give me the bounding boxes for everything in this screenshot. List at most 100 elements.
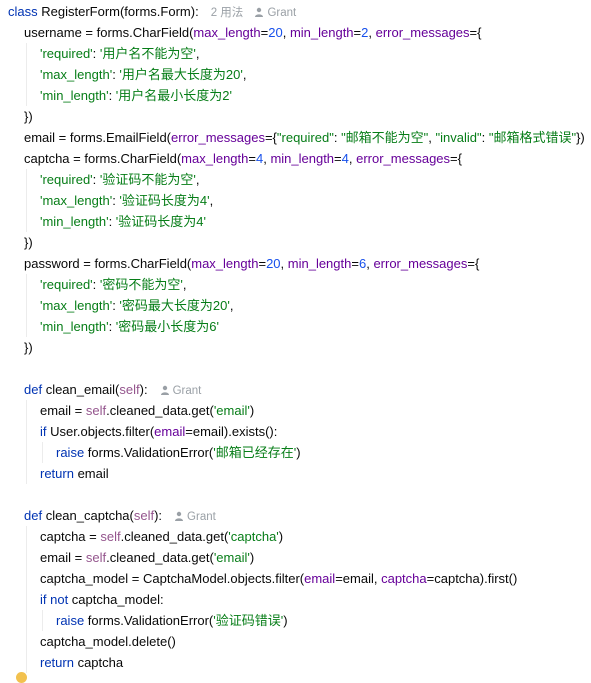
code-text: }): [24, 106, 33, 127]
code-token: 4: [341, 151, 349, 166]
code-token: ): [283, 613, 288, 628]
code-text: captcha_model = CaptchaModel.objects.fil…: [40, 568, 517, 589]
code-token: self: [119, 382, 140, 397]
code-token: forms.ValidationError(: [87, 445, 214, 460]
author-hint[interactable]: Grant: [173, 385, 202, 397]
code-line[interactable]: raise forms.ValidationError('邮箱已经存在'): [0, 442, 591, 463]
person-icon: [255, 7, 264, 17]
code-text: password = forms.CharField(max_length=20…: [24, 253, 479, 274]
code-text: if not captcha_model:: [40, 589, 164, 610]
code-text: username = forms.CharField(max_length = 20…: [24, 22, 481, 43]
code-text: 'max_length': '验证码长度为4',: [40, 190, 213, 211]
code-token: if not: [40, 592, 72, 607]
author-hint[interactable]: Grant: [267, 7, 296, 19]
code-token: 'min_length': [40, 88, 109, 103]
code-token: 'email': [213, 403, 250, 418]
code-token: return: [40, 466, 78, 481]
code-line[interactable]: captcha = forms.CharField(max_length=4, …: [0, 148, 591, 169]
author-hint[interactable]: Grant: [187, 511, 216, 523]
code-line[interactable]: 'min_length': '用户名最小长度为2': [0, 85, 591, 106]
code-token: :: [108, 319, 116, 334]
inlay-hint[interactable]: Grant: [160, 385, 202, 397]
code-token: ):: [139, 382, 148, 397]
code-line[interactable]: class RegisterForm(forms.Form): 2 用法 Gran…: [0, 1, 591, 22]
code-text: if User.objects.filter(email=email).exis…: [40, 421, 277, 442]
indent-guide: [26, 85, 27, 106]
code-token: ={: [467, 256, 480, 271]
code-text: class RegisterForm(forms.Form): 2 用法 Gran…: [8, 1, 296, 24]
code-token: ,: [229, 298, 234, 313]
code-token: self: [100, 529, 121, 544]
code-token: 'email': [213, 550, 250, 565]
code-line[interactable]: captcha_model.delete(): [0, 631, 591, 652]
code-token: '验证码长度为4': [119, 193, 210, 208]
code-token: email: [304, 571, 336, 586]
code-token: ,: [428, 130, 436, 145]
code-token: max_length: [191, 256, 259, 271]
code-line[interactable]: return email: [0, 463, 591, 484]
code-line[interactable]: def clean_email(self): Grant: [0, 379, 591, 400]
inlay-hint[interactable]: Grant: [174, 511, 216, 523]
code-token: email =: [40, 550, 86, 565]
code-text: def clean_email(self): Grant: [24, 379, 201, 402]
code-text: captcha = self.cleaned_data.get('captcha…: [40, 526, 283, 547]
code-token: }): [24, 109, 33, 124]
code-token: ,: [195, 46, 200, 61]
code-token: '用户名最大长度为20': [119, 67, 243, 82]
code-token: .cleaned_data.get(: [106, 403, 214, 418]
code-line[interactable]: 'required': '密码不能为空',: [0, 274, 591, 295]
code-token: "required": [276, 130, 334, 145]
indent-guide: [26, 547, 27, 568]
code-text: 'required': '用户名不能为空',: [40, 43, 200, 64]
person-icon: [160, 385, 169, 395]
code-token: clean_email(: [45, 382, 120, 397]
code-line[interactable]: email = self.cleaned_data.get('email'): [0, 400, 591, 421]
code-line[interactable]: email = forms.EmailField(error_messages=…: [0, 127, 591, 148]
code-line[interactable]: if User.objects.filter(email=email).exis…: [0, 421, 591, 442]
code-token: '密码最小长度为6': [115, 319, 219, 334]
code-line[interactable]: captcha = self.cleaned_data.get('captcha…: [0, 526, 591, 547]
code-editor[interactable]: class RegisterForm(forms.Form): 2 用法 Gran…: [0, 0, 591, 677]
code-line[interactable]: 'max_length': '验证码长度为4',: [0, 190, 591, 211]
indent-guide: [26, 316, 27, 337]
usages-hint[interactable]: 2 用法: [211, 7, 244, 19]
code-line[interactable]: email = self.cleaned_data.get('email'): [0, 547, 591, 568]
code-line[interactable]: username = forms.CharField(max_length = 20…: [0, 22, 591, 43]
code-token: captcha = forms.CharField(: [24, 151, 182, 166]
code-line[interactable]: def clean_captcha(self): Grant: [0, 505, 591, 526]
code-line[interactable]: 'required': '验证码不能为空',: [0, 169, 591, 190]
code-line[interactable]: }): [0, 232, 591, 253]
code-line[interactable]: 'max_length': '密码最大长度为20',: [0, 295, 591, 316]
lightbulb-icon[interactable]: [16, 672, 27, 683]
code-token: =: [258, 256, 267, 271]
code-token: }): [24, 340, 33, 355]
code-token: email =: [40, 403, 86, 418]
code-line[interactable]: password = forms.CharField(max_length=20…: [0, 253, 591, 274]
code-text: raise forms.ValidationError('验证码错误'): [56, 610, 288, 631]
code-line[interactable]: 'required': '用户名不能为空',: [0, 43, 591, 64]
code-line[interactable]: return captcha: [0, 652, 591, 673]
code-line[interactable]: [0, 358, 591, 379]
code-token: ,: [368, 25, 376, 40]
code-line[interactable]: captcha_model = CaptchaModel.objects.fil…: [0, 568, 591, 589]
indent-guide: [42, 610, 43, 631]
code-line[interactable]: if not captcha_model:: [0, 589, 591, 610]
code-token: User.objects.filter(: [50, 424, 155, 439]
inlay-hint[interactable]: 2 用法 Grant: [211, 7, 297, 19]
code-text: 'min_length': '密码最小长度为6': [40, 316, 219, 337]
indent-guide: [26, 169, 27, 190]
code-line[interactable]: }): [0, 337, 591, 358]
code-text: 'required': '密码不能为空',: [40, 274, 187, 295]
code-token: =: [351, 256, 359, 271]
indent-guide: [26, 631, 27, 652]
code-token: '密码最大长度为20': [119, 298, 230, 313]
code-line[interactable]: 'max_length': '用户名最大长度为20',: [0, 64, 591, 85]
code-token: clean_captcha(: [45, 508, 134, 523]
code-line[interactable]: [0, 484, 591, 505]
code-line[interactable]: raise forms.ValidationError('验证码错误'): [0, 610, 591, 631]
code-line[interactable]: 'min_length': '密码最小长度为6': [0, 316, 591, 337]
code-token: def: [24, 382, 46, 397]
code-token: ): [278, 529, 284, 544]
code-line[interactable]: }): [0, 106, 591, 127]
code-line[interactable]: 'min_length': '验证码长度为4': [0, 211, 591, 232]
